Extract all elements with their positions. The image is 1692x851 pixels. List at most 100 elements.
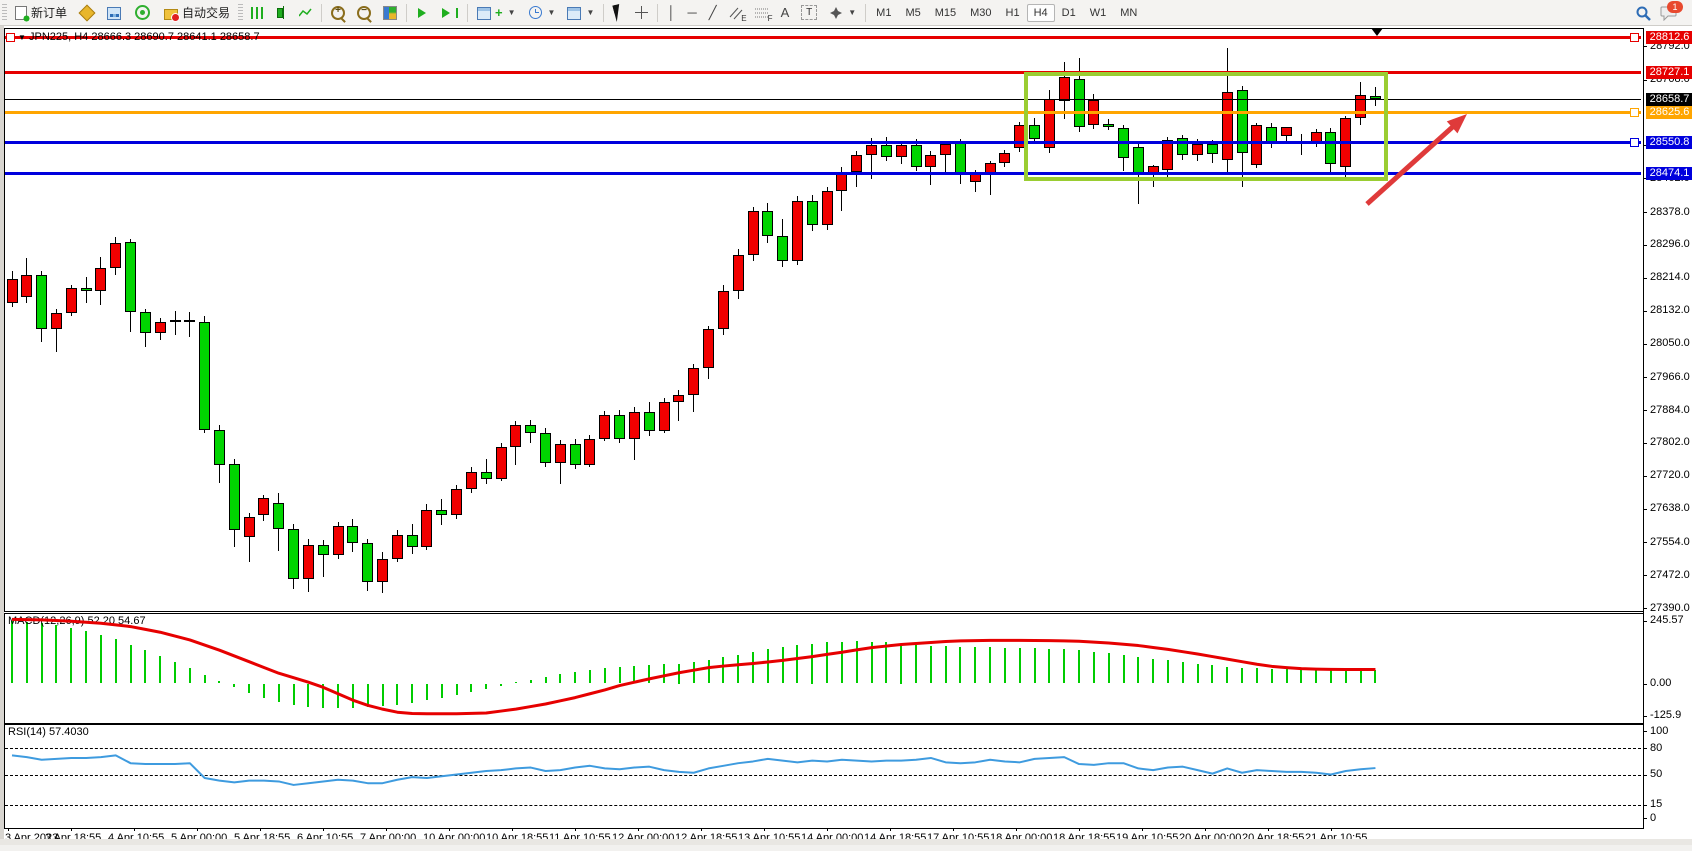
auto-trading-button[interactable]: 自动交易 <box>158 1 236 24</box>
price-tick-label: 28050.0 <box>1650 337 1690 349</box>
candle-down <box>184 320 195 322</box>
candle-down <box>911 145 922 167</box>
cursor-button[interactable] <box>607 0 629 28</box>
toolbar-grip <box>238 4 243 22</box>
timeframe-h1[interactable]: H1 <box>999 4 1027 22</box>
price-level-line[interactable] <box>5 141 1641 144</box>
toolbar-separator <box>865 4 866 22</box>
bar-chart-mode-button[interactable] <box>245 3 269 22</box>
line-handle[interactable] <box>6 33 15 42</box>
candle-down <box>540 433 551 463</box>
symbol-period-label: JPN225, H4 <box>29 31 88 43</box>
price-tick <box>1643 344 1647 345</box>
price-level-label: 28474.1 <box>1646 167 1692 180</box>
candle-up <box>258 498 269 515</box>
timeframe-m5[interactable]: M5 <box>898 4 927 22</box>
macd-histogram-bar <box>1374 670 1376 683</box>
line-handle[interactable] <box>1630 138 1639 147</box>
macd-histogram-bar <box>678 664 680 684</box>
timeframe-m15[interactable]: M15 <box>928 4 963 22</box>
candle-down <box>140 312 151 333</box>
rsi-tick <box>1643 805 1647 806</box>
price-tick-label: 27638.0 <box>1650 502 1690 514</box>
tile-windows-button[interactable] <box>377 2 403 23</box>
macd-histogram-bar <box>945 646 947 683</box>
chart-canvas[interactable]: 28792.028708.028544.028462.028378.028296… <box>0 26 1692 845</box>
candle-up <box>748 211 759 255</box>
candlestick-mode-button[interactable] <box>269 3 293 22</box>
chat-notifications-icon[interactable]: 1 <box>1660 5 1678 21</box>
line-handle[interactable] <box>1630 33 1639 42</box>
new-order-button[interactable]: 新订单 <box>9 1 73 24</box>
rsi-tick-label: 100 <box>1650 725 1668 737</box>
macd-histogram-bar <box>959 647 961 684</box>
price-tick <box>1643 46 1647 47</box>
indicators-icon <box>477 7 491 20</box>
price-tick-label: 28296.0 <box>1650 238 1690 250</box>
price-tick-label: 27554.0 <box>1650 536 1690 548</box>
candle-wick <box>189 312 190 337</box>
candle-down <box>288 529 299 580</box>
macd-histogram-bar <box>189 668 191 683</box>
macd-histogram-bar <box>367 684 369 708</box>
text-button[interactable]: A <box>775 2 796 23</box>
auto-scroll-button[interactable] <box>410 3 434 23</box>
fibonacci-button[interactable]: F <box>749 3 775 23</box>
arrows-button[interactable]: ▼ <box>823 3 862 23</box>
macd-histogram-bar <box>307 684 309 707</box>
macd-histogram-bar <box>1241 668 1243 684</box>
indicators-button[interactable]: + ▼ <box>471 2 522 23</box>
timeframe-d1[interactable]: D1 <box>1055 4 1083 22</box>
line-chart-mode-button[interactable] <box>293 4 318 22</box>
market-watch-button[interactable] <box>73 2 101 24</box>
window-bottom-edge <box>0 839 1692 845</box>
navigator-button[interactable] <box>127 0 158 25</box>
price-level-line[interactable] <box>5 71 1641 74</box>
zoom-in-icon: + <box>331 6 345 20</box>
candle-up <box>555 444 566 463</box>
trendline-button[interactable]: ╱ <box>703 2 723 24</box>
macd-histogram-bar <box>1211 665 1213 683</box>
text-label-button[interactable]: T <box>795 2 823 23</box>
toolbar-separator <box>321 4 322 22</box>
timeframe-h4[interactable]: H4 <box>1027 4 1055 22</box>
candle-down <box>362 543 373 582</box>
macd-histogram-bar <box>204 675 206 684</box>
chart-shift-button[interactable] <box>434 3 464 23</box>
timeframe-m30[interactable]: M30 <box>963 4 998 22</box>
timeframe-w1[interactable]: W1 <box>1083 4 1114 22</box>
templates-button[interactable]: ▼ <box>561 2 600 23</box>
periods-button[interactable]: ▼ <box>522 2 562 23</box>
macd-histogram-bar <box>515 682 517 683</box>
search-icon[interactable] <box>1636 6 1650 20</box>
chevron-down-icon: ▼ <box>508 8 516 17</box>
price-level-line[interactable] <box>5 172 1641 175</box>
macd-histogram-bar <box>619 667 621 684</box>
consolidation-box[interactable] <box>1024 72 1388 181</box>
channel-icon: E <box>729 6 743 20</box>
horizontal-line-button[interactable]: ─ <box>682 2 703 23</box>
crosshair-button[interactable] <box>629 3 654 22</box>
time-tick <box>1142 828 1143 831</box>
data-window-button[interactable] <box>101 2 127 23</box>
candle-down <box>125 242 136 312</box>
zoom-out-button[interactable]: − <box>351 3 377 23</box>
price-level-line[interactable] <box>5 99 1641 100</box>
line-chart-icon <box>299 7 312 19</box>
zoom-in-button[interactable]: + <box>325 3 351 23</box>
timeframe-m1[interactable]: M1 <box>869 4 898 22</box>
vertical-line-button[interactable]: │ <box>661 2 681 23</box>
macd-histogram-bar <box>841 642 843 684</box>
macd-histogram-bar <box>115 639 117 683</box>
time-tick <box>449 828 450 831</box>
macd-tick-label: -125.9 <box>1650 709 1681 721</box>
candle-down <box>481 472 492 479</box>
shift-marker-icon <box>1371 28 1383 36</box>
clock-icon <box>529 6 542 19</box>
line-handle[interactable] <box>1630 108 1639 117</box>
timeframe-group: M1M5M15M30H1H4D1W1MN <box>869 4 1144 22</box>
price-level-line[interactable] <box>5 111 1641 114</box>
channel-button[interactable]: E <box>723 3 749 23</box>
candle-up <box>851 155 862 172</box>
timeframe-mn[interactable]: MN <box>1113 4 1144 22</box>
